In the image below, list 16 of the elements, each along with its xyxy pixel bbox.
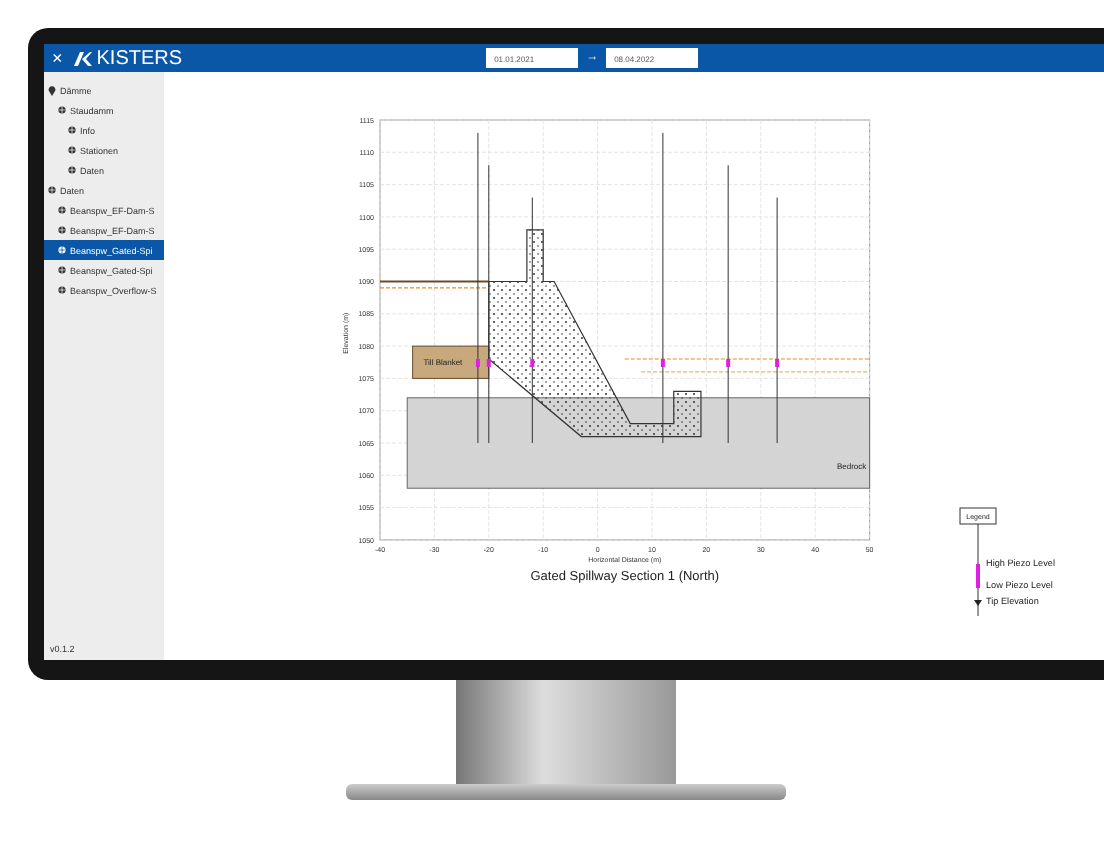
pin-icon (48, 85, 56, 95)
reservoir-level-lines (379, 280, 490, 289)
globe-icon (58, 266, 66, 274)
globe-icon (58, 206, 66, 214)
globe-icon (68, 126, 76, 134)
globe-icon (68, 146, 76, 154)
globe-icon (58, 246, 66, 254)
legend-drawing (974, 523, 982, 616)
kisters-logo: KISTERS (74, 47, 183, 69)
globe-icon (58, 106, 66, 114)
globe-icon (58, 226, 66, 234)
close-button[interactable]: × (52, 49, 63, 67)
globe-icon (58, 286, 66, 294)
till-blanket-area (412, 345, 490, 379)
globe-icon (68, 166, 76, 174)
legend-box (959, 507, 997, 525)
